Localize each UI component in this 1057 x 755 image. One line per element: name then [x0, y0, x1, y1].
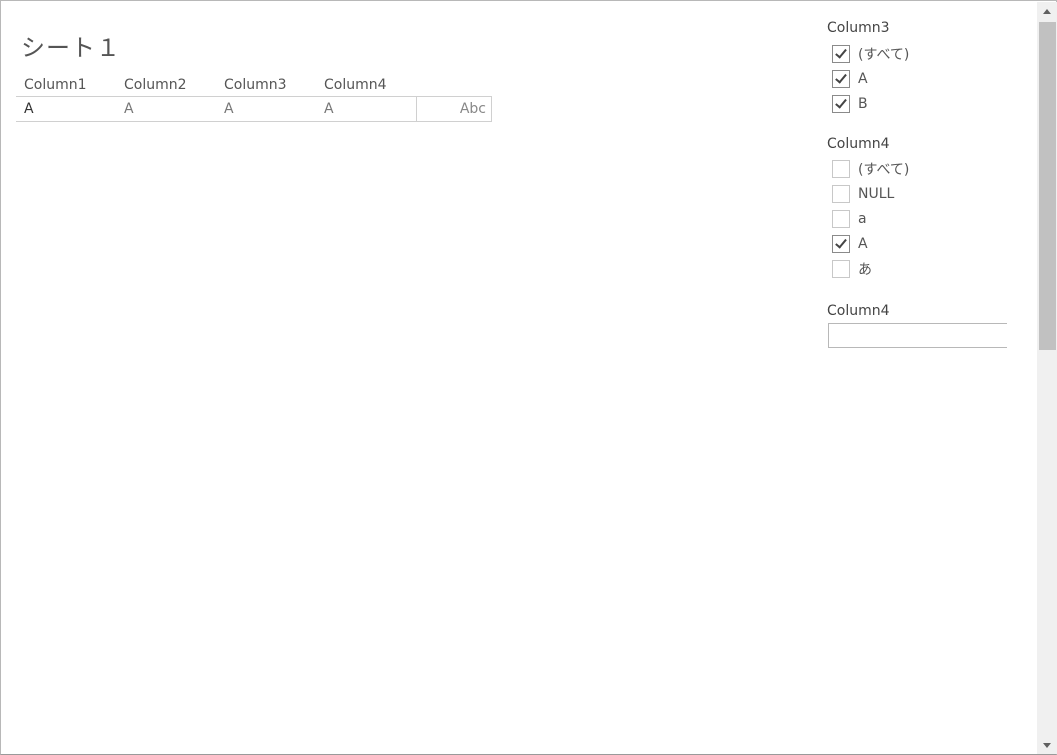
arrow-down-icon	[1043, 742, 1051, 748]
check-icon	[835, 71, 847, 84]
filter-item-column4-lower-a[interactable]: a	[832, 209, 1012, 229]
filter-item-column3-b[interactable]: B	[832, 94, 1012, 114]
sheet-title: シート１	[21, 34, 121, 62]
column-header-1[interactable]: Column1	[24, 77, 87, 93]
filter-item-label: A	[858, 236, 868, 252]
filter-item-column4-upper-a[interactable]: A	[832, 234, 1012, 254]
column-header-4[interactable]: Column4	[324, 77, 387, 93]
filter-item-label: A	[858, 71, 868, 87]
filter-item-column4-a-hiragana[interactable]: あ	[832, 259, 1012, 279]
check-icon	[835, 46, 847, 59]
table-cell[interactable]: A	[124, 101, 134, 117]
check-icon	[835, 96, 847, 109]
filter-item-column3-all[interactable]: (すべて)	[832, 44, 1012, 64]
checkbox[interactable]	[832, 70, 850, 88]
checkbox[interactable]	[832, 210, 850, 228]
vertical-scrollbar[interactable]	[1037, 2, 1057, 754]
table-row[interactable]: A A A A Abc	[16, 96, 492, 122]
filter-title-column4-text: Column4	[827, 303, 890, 319]
column-header-3[interactable]: Column3	[224, 77, 287, 93]
scroll-thumb[interactable]	[1039, 22, 1056, 350]
filter-item-label: (すべて)	[858, 162, 910, 178]
filter-item-label: あ	[858, 262, 872, 278]
filter-item-label: B	[858, 96, 868, 112]
table-cell[interactable]: A	[24, 101, 34, 117]
abc-cell[interactable]: Abc	[416, 96, 492, 122]
filter-item-column4-all[interactable]: (すべて)	[832, 159, 1012, 179]
checkbox[interactable]	[832, 95, 850, 113]
filter-title-column3: Column3	[827, 20, 890, 36]
scroll-up-button[interactable]	[1037, 2, 1057, 20]
filter-item-label: NULL	[858, 186, 895, 202]
filter-item-label: (すべて)	[858, 47, 910, 63]
checkbox[interactable]	[832, 235, 850, 253]
check-icon	[835, 236, 847, 249]
column-header-2[interactable]: Column2	[124, 77, 187, 93]
filter-item-label: a	[858, 211, 867, 227]
table-cell[interactable]: A	[324, 101, 334, 117]
filter-item-column4-null[interactable]: NULL	[832, 184, 1012, 204]
scroll-down-button[interactable]	[1037, 736, 1057, 754]
arrow-up-icon	[1043, 8, 1051, 14]
checkbox[interactable]	[832, 160, 850, 178]
abc-cell-label: Abc	[459, 101, 486, 117]
checkbox[interactable]	[832, 185, 850, 203]
dashboard-window: シート１ Column1 Column2 Column3 Column4 A A…	[0, 0, 1057, 755]
checkbox[interactable]	[832, 45, 850, 63]
column4-text-filter-input[interactable]	[828, 323, 1008, 348]
table-cell[interactable]: A	[224, 101, 234, 117]
filter-title-column4: Column4	[827, 136, 890, 152]
checkbox[interactable]	[832, 260, 850, 278]
filter-item-column3-a[interactable]: A	[832, 69, 1012, 89]
panel-clip	[1007, 319, 1037, 353]
